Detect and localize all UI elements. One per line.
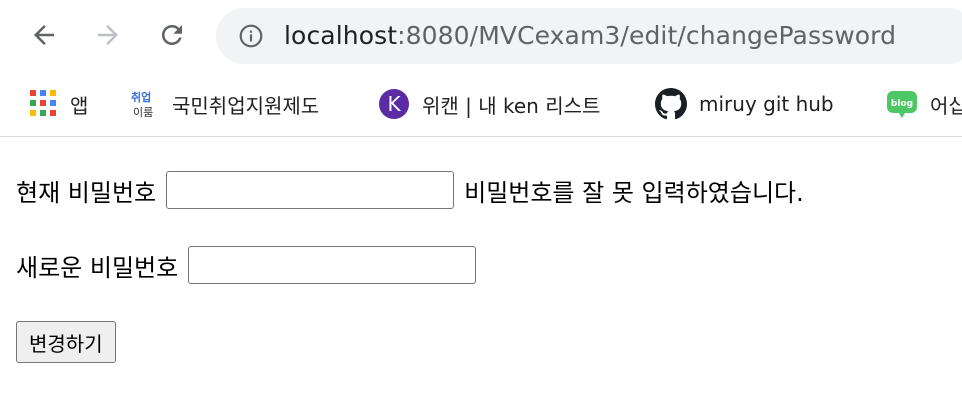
bookmark-blog[interactable]: blog 어십 (886, 87, 962, 121)
apps-grid-icon (30, 90, 58, 118)
svg-text:이룸: 이룸 (133, 106, 153, 119)
current-password-label: 현재 비밀번호 (16, 178, 157, 207)
bookmark-apps[interactable]: 앱 (30, 87, 88, 121)
url-text: localhost:8080/MVCexam3/edit/changePassw… (284, 20, 896, 52)
arrow-left-icon (34, 25, 54, 45)
bookmarks-bar: 앱 취업 이룸 국민취업지원제도 K 위캔 | 내 ken 리스트 miruy … (0, 70, 962, 137)
back-button[interactable] (24, 13, 64, 57)
url-path: :8080/MVCexam3/edit/changePassword (397, 21, 897, 50)
bookmark-github[interactable]: miruy git hub (655, 87, 834, 121)
url-host: localhost (284, 21, 398, 50)
new-password-label: 새로운 비밀번호 (16, 253, 179, 282)
reload-icon (162, 25, 182, 45)
svg-text:K: K (387, 92, 401, 116)
svg-text:blog: blog (891, 99, 913, 109)
forward-button[interactable] (88, 13, 128, 57)
bookmark-label: 위캔 | 내 ken 리스트 (422, 93, 601, 118)
blog-icon: blog (887, 91, 917, 118)
employment-support-icon: 취업 이룸 (131, 90, 153, 119)
new-password-row: 새로운 비밀번호 (16, 246, 477, 284)
reload-button[interactable] (152, 13, 192, 57)
bookmark-label: 앱 (70, 93, 89, 118)
bookmark-employment-support[interactable]: 취업 이룸 국민취업지원제도 (128, 87, 319, 121)
github-icon (655, 88, 687, 120)
address-bar[interactable]: localhost:8080/MVCexam3/edit/changePassw… (216, 8, 962, 64)
info-icon[interactable] (238, 23, 264, 49)
current-password-input[interactable] (166, 171, 455, 209)
bookmark-label: 국민취업지원제도 (172, 93, 320, 118)
error-message: 비밀번호를 잘 못 입력하였습니다. (464, 178, 804, 207)
browser-toolbar: localhost:8080/MVCexam3/edit/changePassw… (0, 0, 962, 70)
bookmark-label: miruy git hub (699, 92, 834, 116)
k-logo-icon: K (379, 89, 409, 119)
bookmark-wecan[interactable]: K 위캔 | 내 ken 리스트 (378, 87, 600, 121)
change-password-button[interactable]: 변경하기 (16, 321, 116, 363)
bookmark-label: 어십 (930, 93, 962, 118)
svg-text:취업: 취업 (131, 90, 151, 104)
current-password-row: 현재 비밀번호 비밀번호를 잘 못 입력하였습니다. (16, 171, 804, 209)
arrow-right-icon (98, 25, 118, 45)
new-password-input[interactable] (188, 246, 477, 284)
